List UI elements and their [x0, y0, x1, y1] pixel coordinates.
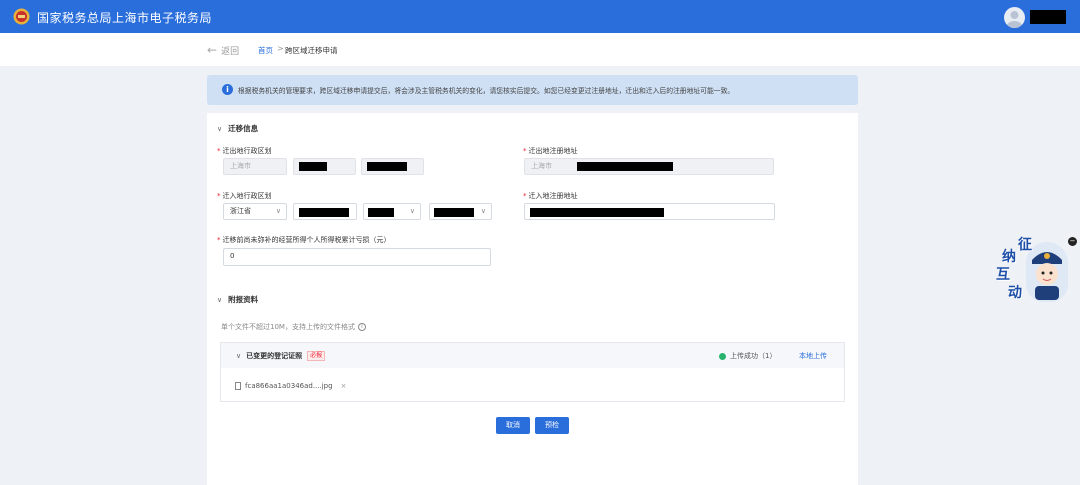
redacted-block — [434, 208, 474, 217]
file-icon — [235, 382, 241, 390]
interaction-mascot-widget[interactable]: 征 纳 互 动 — [994, 234, 1070, 304]
out-region-label: * 迁出地行政区划 — [217, 147, 272, 155]
upload-panel: ∨ 已变更的登记证照 必报 上传成功（1） 本地上传 fca866aa1a034… — [220, 342, 845, 402]
mascot-char: 动 — [1008, 285, 1022, 301]
in-province-select[interactable]: 浙江省 ∨ — [223, 203, 287, 220]
mascot-avatar-icon — [1026, 242, 1068, 302]
cancel-button[interactable]: 取消 — [496, 417, 530, 434]
redacted-block — [368, 208, 394, 217]
in-address-label: * 迁入地注册地址 — [523, 192, 578, 200]
success-dot-icon — [719, 352, 726, 360]
mascot-char: 互 — [996, 267, 1010, 283]
back-label: 返回 — [221, 47, 240, 57]
chevron-down-icon: ∨ — [275, 207, 281, 215]
in-address-input[interactable] — [524, 203, 775, 220]
precheck-button[interactable]: 预检 — [535, 417, 569, 434]
redacted-block — [367, 162, 407, 171]
migration-section-title: 迁移信息 — [228, 124, 259, 133]
attachments-section-header[interactable]: ∨ 附报资料 — [217, 294, 258, 305]
remove-file-button[interactable]: × — [341, 382, 347, 390]
chevron-down-icon: ∨ — [217, 124, 223, 133]
chevron-down-icon: ∨ — [236, 352, 242, 360]
uploaded-file-item: fca866aa1a0346ad....jpg × — [235, 382, 346, 390]
top-bar: 国家税务总局上海市电子税务局 — [0, 0, 1080, 33]
arrow-left-icon: ← — [207, 43, 218, 57]
tax-emblem-icon — [13, 8, 30, 25]
breadcrumb-current: 跨区域迁移申请 — [285, 46, 338, 55]
notice-text: 根据税务机关的管理要求，跨区域迁移申请提交后，将会涉及主管税务机关的变化，请您核… — [238, 87, 735, 95]
breadcrumb-separator: > — [277, 44, 284, 53]
redacted-block — [299, 208, 349, 217]
attachments-section-title: 附报资料 — [228, 295, 259, 304]
migration-section-header[interactable]: ∨ 迁移信息 — [217, 123, 258, 134]
out-district-field[interactable] — [361, 158, 424, 175]
redacted-block — [299, 162, 327, 171]
info-icon: i — [222, 84, 233, 95]
notice-banner: i 根据税务机关的管理要求，跨区域迁移申请提交后，将会涉及主管税务机关的变化，请… — [207, 75, 858, 105]
redacted-block — [577, 162, 673, 171]
local-upload-link[interactable]: 本地上传 — [799, 351, 827, 361]
in-city-select[interactable] — [293, 203, 357, 220]
chevron-down-icon: ∨ — [409, 207, 415, 215]
in-street-select[interactable]: ∨ — [429, 203, 492, 220]
out-city-field[interactable] — [293, 158, 356, 175]
in-district-select[interactable]: ∨ — [363, 203, 421, 220]
redacted-block — [530, 208, 664, 217]
breadcrumb-bar: ← 返回 首页 > 跨区域迁移申请 — [0, 33, 1080, 66]
chevron-down-icon: ∨ — [217, 295, 223, 304]
out-address-label: * 迁出地注册地址 — [523, 147, 578, 155]
required-badge: 必报 — [307, 351, 326, 361]
chevron-down-icon: ∨ — [480, 207, 486, 215]
breadcrumb-home[interactable]: 首页 — [258, 45, 273, 56]
upload-status: 上传成功（1） — [719, 351, 776, 361]
mascot-char: 纳 — [1002, 249, 1016, 265]
user-name-redacted[interactable] — [1030, 10, 1066, 24]
upload-hint: 单个文件不超过10M，支持上传的文件格式 i — [221, 322, 366, 332]
upload-item-title: 已变更的登记证照 — [246, 352, 303, 360]
back-button[interactable]: ← 返回 — [207, 44, 239, 57]
mascot-char: 征 — [1018, 237, 1032, 253]
file-name[interactable]: fca866aa1a0346ad....jpg — [245, 382, 333, 390]
user-avatar-icon[interactable] — [1004, 7, 1025, 28]
loss-input[interactable]: 0 — [223, 248, 491, 266]
out-address-field[interactable]: 上海市 — [524, 158, 774, 175]
mascot-close-button[interactable]: − — [1068, 237, 1077, 246]
app-title: 国家税务总局上海市电子税务局 — [37, 11, 213, 25]
in-region-label: * 迁入地行政区划 — [217, 192, 272, 200]
loss-label: * 迁移前尚未弥补的经营所得个人所得税累计亏损（元） — [217, 236, 391, 244]
upload-panel-header: ∨ 已变更的登记证照 必报 上传成功（1） 本地上传 — [221, 343, 844, 368]
form-card: ∨ 迁移信息 * 迁出地行政区划 上海市 * 迁出地注册地址 上海市 * 迁入地行政区… — [207, 113, 858, 485]
info-icon[interactable]: i — [357, 323, 366, 331]
out-province-field[interactable]: 上海市 — [223, 158, 287, 175]
upload-item-header[interactable]: ∨ 已变更的登记证照 必报 — [236, 351, 326, 361]
